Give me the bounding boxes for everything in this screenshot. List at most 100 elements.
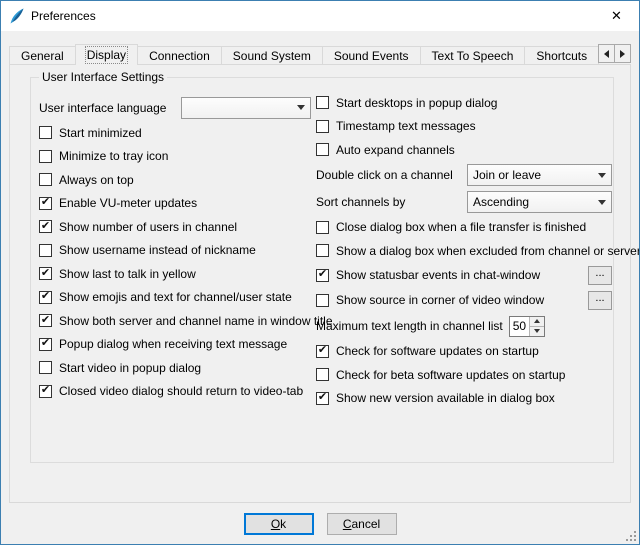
language-select[interactable] (181, 97, 311, 119)
checkbox-window-title: ✔ Show both server and channel name in w… (39, 309, 311, 333)
checkbox-label: Show source in corner of video window (336, 293, 544, 307)
checkbox-label: Show last to talk in yellow (59, 267, 196, 281)
sort-channels-label: Sort channels by (316, 195, 405, 209)
tab-scroll-left-icon[interactable] (598, 44, 615, 63)
tab-shortcuts[interactable]: Shortcuts (524, 46, 599, 65)
tab-text-to-speech[interactable]: Text To Speech (420, 46, 526, 65)
chevron-down-icon (594, 173, 606, 178)
tab-sound-system[interactable]: Sound System (221, 46, 323, 65)
checkbox-always-on-top: Always on top (39, 168, 311, 192)
checkbox-video-return-tab: ✔ Closed video dialog should return to v… (39, 380, 311, 404)
checkbox[interactable]: ✔ (39, 291, 52, 304)
checkbox-popup-text-message: ✔ Popup dialog when receiving text messa… (39, 333, 311, 357)
checkbox[interactable] (316, 120, 329, 133)
checkbox-label: Start desktops in popup dialog (336, 96, 497, 110)
checkbox-label: Check for software updates on startup (336, 344, 539, 358)
checkbox[interactable]: ✔ (316, 345, 329, 358)
checkbox-statusbar-events: ✔ Show statusbar events in chat-window .… (316, 263, 612, 288)
app-logo-icon (9, 8, 25, 24)
checkbox-label: Show new version available in dialog box (336, 391, 555, 405)
tab-scroll-right-icon[interactable] (614, 44, 631, 63)
checkbox-label: Popup dialog when receiving text message (59, 337, 287, 351)
checkbox-show-user-count: ✔ Show number of users in channel (39, 215, 311, 239)
checkbox[interactable] (39, 150, 52, 163)
resize-grip[interactable] (624, 529, 637, 542)
sort-channels-row: Sort channels by Ascending (316, 189, 612, 216)
left-column: User interface language Start minimized … (39, 94, 311, 403)
double-click-row: Double click on a channel Join or leave (316, 162, 612, 189)
checkbox-start-desktops-popup: Start desktops in popup dialog (316, 91, 612, 115)
checkbox-close-on-transfer: Close dialog box when a file transfer is… (316, 216, 612, 240)
checkbox-video-source-corner: Show source in corner of video window ..… (316, 288, 612, 313)
display-tab-panel: User Interface Settings User interface l… (9, 64, 631, 503)
tab-connection[interactable]: Connection (137, 46, 222, 65)
checkbox-label: Closed video dialog should return to vid… (59, 384, 303, 398)
checkbox-label: Show both server and channel name in win… (59, 314, 333, 328)
checkbox[interactable] (39, 361, 52, 374)
checkbox-label: Start video in popup dialog (59, 361, 201, 375)
checkbox-label: Auto expand channels (336, 143, 455, 157)
chevron-down-icon (594, 200, 606, 205)
preferences-window: Preferences ✕ General Display Connection… (0, 0, 640, 545)
chevron-down-icon (293, 105, 305, 110)
tab-display[interactable]: Display (75, 44, 138, 65)
checkbox-label: Enable VU-meter updates (59, 196, 197, 210)
checkbox-label: Check for beta software updates on start… (336, 368, 565, 382)
checkbox[interactable]: ✔ (316, 269, 329, 282)
checkbox-label: Timestamp text messages (336, 119, 476, 133)
checkbox[interactable] (316, 221, 329, 234)
checkbox[interactable] (316, 294, 329, 307)
checkbox[interactable] (39, 244, 52, 257)
checkbox[interactable]: ✔ (39, 267, 52, 280)
checkbox[interactable] (316, 368, 329, 381)
window-title: Preferences (31, 9, 96, 23)
checkbox-auto-expand-channels: Auto expand channels (316, 138, 612, 162)
max-text-length-stepper: 50 (509, 316, 545, 337)
checkbox-check-updates: ✔ Check for software updates on startup (316, 340, 612, 364)
checkbox-label: Show number of users in channel (59, 220, 237, 234)
checkbox-excluded-dialog: Show a dialog box when excluded from cha… (316, 239, 612, 263)
double-click-label: Double click on a channel (316, 168, 453, 182)
dialog-buttons: Ok Cancel (1, 513, 639, 535)
checkbox-vu-meter: ✔ Enable VU-meter updates (39, 192, 311, 216)
checkbox-label: Show emojis and text for channel/user st… (59, 290, 292, 304)
cancel-button[interactable]: Cancel (327, 513, 397, 535)
max-text-length-row: Maximum text length in channel list 50 (316, 313, 612, 340)
double-click-select[interactable]: Join or leave (467, 164, 612, 186)
checkbox[interactable]: ✔ (39, 197, 52, 210)
checkbox[interactable]: ✔ (39, 220, 52, 233)
user-interface-settings-group: User Interface Settings User interface l… (30, 77, 614, 463)
checkbox-label: Minimize to tray icon (59, 149, 168, 163)
spin-up-icon[interactable] (530, 317, 544, 327)
language-label: User interface language (39, 101, 166, 115)
checkbox-show-emojis: ✔ Show emojis and text for channel/user … (39, 286, 311, 310)
tab-sound-events[interactable]: Sound Events (322, 46, 421, 65)
checkbox[interactable]: ✔ (39, 314, 52, 327)
sort-channels-select[interactable]: Ascending (467, 191, 612, 213)
tab-scrollers (599, 44, 631, 63)
checkbox[interactable]: ✔ (316, 392, 329, 405)
statusbar-events-options-button[interactable]: ... (588, 266, 612, 285)
checkbox-label: Start minimized (59, 126, 142, 140)
spin-down-icon[interactable] (530, 327, 544, 336)
checkbox[interactable] (316, 96, 329, 109)
checkbox[interactable] (39, 126, 52, 139)
right-column: Start desktops in popup dialog Timestamp… (316, 91, 612, 410)
video-source-options-button[interactable]: ... (588, 291, 612, 310)
tab-general[interactable]: General (9, 46, 76, 65)
max-text-length-label: Maximum text length in channel list (316, 319, 503, 333)
checkbox[interactable]: ✔ (39, 385, 52, 398)
language-row: User interface language (39, 94, 311, 121)
checkbox-label: Show a dialog box when excluded from cha… (336, 244, 640, 258)
max-text-length-value[interactable]: 50 (510, 317, 529, 336)
checkbox[interactable]: ✔ (39, 338, 52, 351)
checkbox-label: Close dialog box when a file transfer is… (336, 220, 586, 234)
group-title: User Interface Settings (39, 70, 167, 84)
checkbox[interactable] (316, 143, 329, 156)
checkbox[interactable] (39, 173, 52, 186)
checkbox[interactable] (316, 244, 329, 257)
ok-button[interactable]: Ok (244, 513, 314, 535)
checkbox-label: Show statusbar events in chat-window (336, 268, 540, 282)
close-icon[interactable]: ✕ (594, 1, 639, 30)
tab-strip: General Display Connection Sound System … (9, 43, 631, 65)
